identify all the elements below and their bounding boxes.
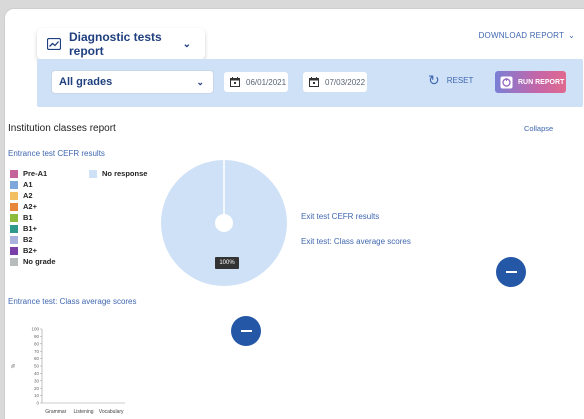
legend-item: A2 (10, 190, 56, 201)
minus-icon (240, 330, 252, 332)
cefr-legend: Pre-A1 A1 A2 A2+ B1 B1+ B2 B2+ No grade (10, 168, 56, 267)
y-tick-label: 70 (34, 349, 40, 354)
grades-label: All grades (59, 76, 113, 88)
date-to-value: 07/03/2022 (325, 77, 366, 87)
calendar-icon (230, 77, 240, 87)
chevron-down-icon: ⌄ (568, 31, 575, 40)
exit-avg-title[interactable]: Exit test: Class average scores (301, 237, 411, 246)
legend-swatch (10, 202, 18, 211)
legend-label: Pre-A1 (23, 169, 48, 178)
reset-button[interactable]: ↻ RESET (428, 72, 474, 88)
legend-item: B1 (10, 212, 56, 223)
collapse-link[interactable]: Collapse (524, 124, 553, 133)
y-tick-label: 10 (34, 393, 40, 398)
y-tick-label: 90 (34, 334, 40, 339)
legend-item-no-response: No response (89, 168, 147, 179)
y-tick-label: 40 (34, 371, 40, 376)
legend-swatch (10, 246, 18, 255)
legend-swatch (10, 180, 18, 189)
legend-label: No response (102, 169, 148, 178)
legend-label: A1 (23, 180, 33, 189)
legend-item: A1 (10, 179, 56, 190)
legend-label: B1+ (23, 224, 37, 233)
legend-swatch (89, 169, 97, 178)
legend-label: B1 (23, 213, 33, 222)
chart-icon (47, 38, 61, 50)
legend-item: A2+ (10, 201, 56, 212)
entrance-cefr-title[interactable]: Entrance test CEFR results (8, 149, 105, 158)
grades-dropdown[interactable]: All grades ⌄ (51, 70, 214, 94)
chevron-down-icon: ⌄ (182, 38, 191, 50)
section-title: Institution classes report (8, 123, 116, 134)
legend-item: B1+ (10, 223, 56, 234)
legend-swatch (10, 224, 18, 233)
collapse-exit-button[interactable] (496, 257, 526, 287)
y-tick-label: 0 (36, 401, 39, 406)
legend-swatch (10, 191, 18, 200)
legend-swatch (10, 213, 18, 222)
y-tick-label: 20 (34, 386, 40, 391)
reset-icon: ↻ (428, 72, 440, 88)
y-tick-label: 80 (34, 341, 40, 346)
report-type-label: Diagnostic tests report (69, 30, 162, 58)
chevron-down-icon: ⌄ (196, 76, 204, 87)
date-to-field[interactable]: 07/03/2022 (303, 72, 367, 92)
y-axis-label: % (11, 363, 17, 368)
minus-icon (505, 271, 517, 273)
report-card: Diagnostic tests report ⌄ DOWNLOAD REPOR… (4, 8, 584, 419)
date-from-field[interactable]: 06/01/2021 (224, 72, 288, 92)
run-report-label: RUN REPORT (518, 78, 565, 86)
exit-cefr-title[interactable]: Exit test CEFR results (301, 212, 379, 221)
legend-item: No grade (10, 256, 56, 267)
legend-swatch (10, 235, 18, 244)
y-tick-label: 60 (34, 356, 40, 361)
legend-item: B2+ (10, 245, 56, 256)
pie-tooltip: 100% (215, 257, 239, 269)
pie-center (215, 214, 233, 232)
run-report-button[interactable]: RUN REPORT (495, 71, 566, 93)
y-tick-label: 30 (34, 378, 40, 383)
legend-label: A2+ (23, 202, 37, 211)
legend-label: No grade (23, 257, 56, 266)
x-tick-label: Grammar (45, 409, 66, 415)
legend-label: A2 (23, 191, 33, 200)
date-from-value: 06/01/2021 (246, 77, 287, 87)
download-report-label: DOWNLOAD REPORT (478, 31, 565, 40)
collapse-entrance-avg-button[interactable] (231, 316, 261, 346)
entrance-avg-bar-chart: 0 10 20 30 40 50 60 70 80 90 100% Grammar Listening V… (11, 327, 125, 415)
y-tick-label: 50 (34, 364, 40, 369)
legend-item: Pre-A1 (10, 168, 56, 179)
x-tick-label: Listening (73, 409, 93, 415)
legend-label: B2+ (23, 246, 37, 255)
run-icon (500, 76, 513, 89)
legend-item: B2 (10, 234, 56, 245)
legend-swatch (10, 257, 18, 266)
reset-label: RESET (446, 75, 474, 85)
x-tick-label: Vocabulary (99, 409, 124, 415)
legend-swatch (10, 169, 18, 178)
entrance-avg-title[interactable]: Entrance test: Class average scores (8, 297, 137, 306)
legend-label: B2 (23, 235, 33, 244)
calendar-icon (309, 77, 319, 87)
y-tick-label: 100 (31, 327, 39, 332)
filter-bar: All grades ⌄ 06/01/2021 07/03/2022 ↻ RES… (37, 59, 583, 107)
download-report-button[interactable]: DOWNLOAD REPORT ⌄ (479, 31, 575, 40)
report-type-dropdown[interactable]: Diagnostic tests report ⌄ (37, 28, 205, 60)
